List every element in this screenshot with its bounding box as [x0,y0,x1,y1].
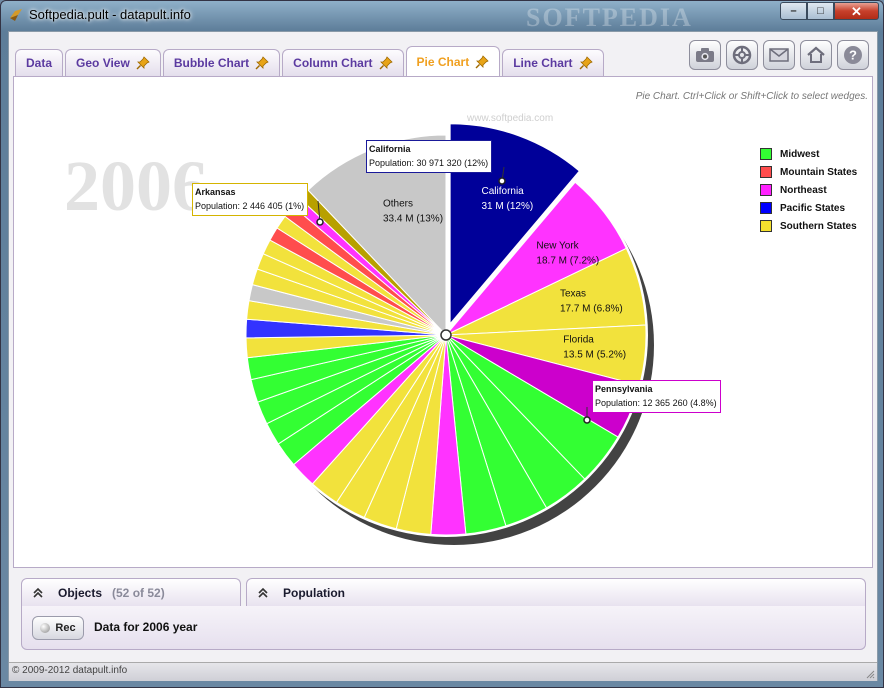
tooltip-arkansas-text: Population: 2 446 405 (1%) [195,201,305,211]
collapse-chevron-icon[interactable] [32,587,44,599]
objects-title: Objects [58,585,103,600]
tab-strip: Data Geo View Bubble Chart Column Chart Pie … [15,46,606,76]
minimize-button[interactable]: – [780,2,807,20]
tooltip-anchor-marker [498,177,506,185]
collapse-chevron-icon[interactable] [257,587,269,599]
tab-geo-view[interactable]: Geo View [65,49,161,76]
svg-text:?: ? [849,48,857,63]
pie-value-label: 17.7 M (6.8%) [560,304,623,315]
record-dot-icon [40,623,51,633]
snapshot-button[interactable] [689,40,721,70]
tab-data[interactable]: Data [15,49,64,76]
tab-label: Bubble Chart [173,56,250,70]
legend-label: Northeast [780,184,827,196]
web-button[interactable] [726,40,758,70]
close-button[interactable]: ✕ [834,2,879,20]
home-button[interactable] [800,40,832,70]
tooltip-pennsylvania-title: Pennsylvania [595,384,653,394]
tooltip-california-title: California [369,144,411,154]
email-button[interactable] [763,40,795,70]
pie-label: Florida [563,334,594,345]
tab-pie-chart[interactable]: Pie Chart [405,46,501,76]
data-year-label: Data for 2006 year [94,620,198,634]
resize-grip-icon[interactable] [865,669,875,679]
legend-swatch [760,220,772,232]
pie-value-label: 33.4 M (13%) [383,213,443,224]
tab-label: Column Chart [293,56,373,70]
record-area: Rec Data for 2006 year [21,606,866,650]
legend-swatch [760,148,772,160]
pie-label: Texas [560,289,586,300]
mail-icon [769,48,789,62]
window-title: Softpedia.pult - datapult.info [29,7,191,22]
help-icon: ? [844,46,862,64]
help-button[interactable]: ? [837,40,869,70]
tooltip-arkansas: Arkansas Population: 2 446 405 (1%) [192,183,309,216]
legend-label: Mountain States [780,166,858,178]
tab-bubble-chart[interactable]: Bubble Chart [162,49,281,76]
tab-column-chart[interactable]: Column Chart [282,49,404,76]
pin-icon[interactable] [379,56,393,70]
home-icon [807,46,825,63]
tooltip-arkansas-title: Arkansas [195,187,236,197]
legend-item[interactable]: Mountain States [760,163,857,181]
pin-icon[interactable] [136,56,150,70]
legend-label: Pacific States [780,202,846,214]
globe-icon [732,45,752,65]
legend-item[interactable]: Southern States [760,217,857,235]
legend-label: Southern States [780,220,857,232]
legend-swatch [760,202,772,214]
chart-legend: Midwest Mountain States Northeast Pacific S… [760,145,857,235]
tab-label: Geo View [76,56,130,70]
pie-center-marker [440,329,452,341]
pie-value-label: 18.7 M (7.2%) [536,255,599,266]
objects-count: (52 of 52) [112,585,165,600]
tab-label: Line Chart [513,56,573,70]
app-logo-icon [10,9,22,21]
legend-swatch [760,184,772,196]
objects-section-header[interactable]: Objects (52 of 52) [21,578,241,606]
softpedia-watermark: SOFTPEDIA [526,3,693,32]
title-bar[interactable]: Softpedia.pult - datapult.info SOFTPEDIA… [1,1,883,32]
copyright-text: © 2009-2012 datapult.info [12,665,128,676]
pie-label: New York [536,240,579,251]
tooltip-anchor-marker [583,416,591,424]
pie-label: Others [383,198,413,209]
legend-item[interactable]: Midwest [760,145,857,163]
maximize-button[interactable]: □ [807,2,834,20]
pie-value-label: 31 M (12%) [482,201,534,212]
population-title: Population [283,585,345,600]
tooltip-anchor-marker [316,218,324,226]
legend-label: Midwest [780,148,820,160]
toolbar: ? [684,40,869,70]
legend-item[interactable]: Northeast [760,181,857,199]
pin-icon[interactable] [579,56,593,70]
tab-label: Data [26,56,53,70]
status-bar: © 2009-2012 datapult.info [9,662,877,681]
pin-icon[interactable] [475,54,489,69]
pin-icon[interactable] [255,56,269,70]
window-controls: – □ ✕ [780,2,879,20]
camera-icon [696,48,714,62]
rec-button-label: Rec [55,622,76,634]
client-area: Data Geo View Bubble Chart Column Chart Pie … [8,31,878,681]
pie-label: California [482,186,525,197]
pie-value-label: 13.5 M (5.2%) [563,349,626,360]
legend-swatch [760,166,772,178]
app-window: Softpedia.pult - datapult.info SOFTPEDIA… [0,0,884,688]
tab-label: Pie Chart [416,54,470,69]
tab-line-chart[interactable]: Line Chart [502,49,604,76]
tooltip-california: California Population: 30 971 320 (12%) [366,140,493,173]
chart-panel: 2006 www.softpedia.com Pie Chart. Ctrl+C… [13,76,873,568]
tooltip-california-text: Population: 30 971 320 (12%) [369,158,489,168]
rec-button[interactable]: Rec [32,616,84,640]
tooltip-pennsylvania: Pennsylvania Population: 12 365 260 (4.8… [592,380,721,413]
population-section-header[interactable]: Population [246,578,866,606]
legend-item[interactable]: Pacific States [760,199,857,217]
tooltip-pennsylvania-text: Population: 12 365 260 (4.8%) [595,398,717,408]
